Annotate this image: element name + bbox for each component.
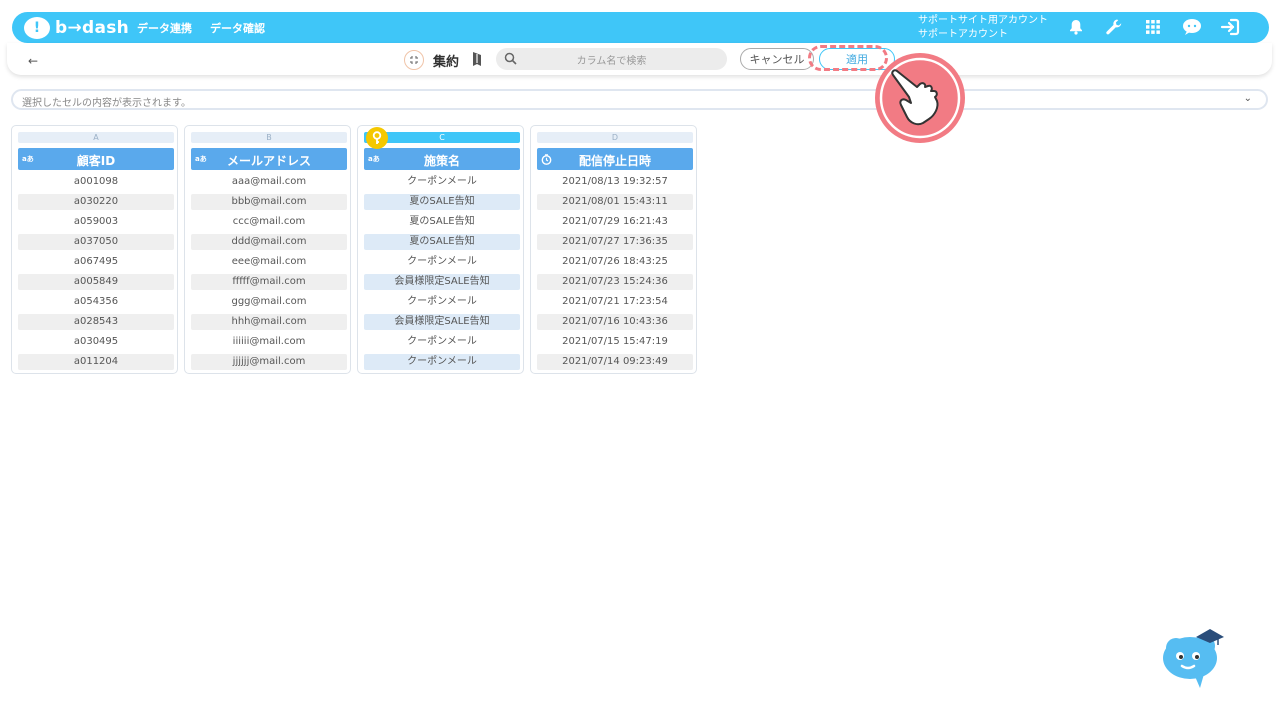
- mascot-icon[interactable]: [1160, 626, 1228, 690]
- column-header[interactable]: 配信停止日時: [537, 148, 693, 170]
- column-header[interactable]: aあ 顧客ID: [18, 148, 174, 170]
- column-title: メールアドレス: [226, 154, 311, 168]
- table-cell[interactable]: a030495: [18, 334, 174, 350]
- account-sub: サポートアカウント: [918, 29, 1008, 40]
- nav-data-integration[interactable]: データ連携: [137, 20, 192, 36]
- logout-icon[interactable]: [1220, 17, 1240, 37]
- table-cell[interactable]: 夏のSALE告知: [364, 214, 520, 230]
- column-header[interactable]: aあ メールアドレス: [191, 148, 347, 170]
- back-arrow-icon[interactable]: ←: [28, 54, 38, 68]
- bookmark-icon[interactable]: [470, 51, 484, 67]
- table-cell[interactable]: eee@mail.com: [191, 254, 347, 270]
- table-cell[interactable]: a054356: [18, 294, 174, 310]
- table-cell[interactable]: a030220: [18, 194, 174, 210]
- table-cell[interactable]: 会員様限定SALE告知: [364, 274, 520, 290]
- table-cell[interactable]: クーポンメール: [364, 334, 520, 350]
- table-cell[interactable]: 2021/08/13 19:32:57: [537, 174, 693, 190]
- table-cell[interactable]: 2021/07/14 09:23:49: [537, 354, 693, 370]
- column-title: 配信停止日時: [578, 154, 651, 168]
- table-cell[interactable]: 2021/07/23 15:24:36: [537, 274, 693, 290]
- table-cell[interactable]: 2021/07/29 16:21:43: [537, 214, 693, 230]
- table-cell[interactable]: aaa@mail.com: [191, 174, 347, 190]
- table-cell[interactable]: a028543: [18, 314, 174, 330]
- table-cell[interactable]: 2021/07/15 15:47:19: [537, 334, 693, 350]
- column-header[interactable]: aあ 施策名: [364, 148, 520, 170]
- column-letter: B: [191, 132, 347, 143]
- table-cell[interactable]: bbb@mail.com: [191, 194, 347, 210]
- cell-content-preview[interactable]: 選択したセルの内容が表示されます。 ⌄: [11, 89, 1268, 110]
- table-cell[interactable]: クーポンメール: [364, 174, 520, 190]
- column-letter: A: [18, 132, 174, 143]
- table-cell[interactable]: fffff@mail.com: [191, 274, 347, 290]
- chat-icon[interactable]: [1182, 17, 1202, 37]
- top-nav-bar: ! b→dash データ連携 データ確認 サポートサイト用アカウント サポートア…: [12, 12, 1269, 43]
- table-cell[interactable]: 2021/08/01 15:43:11: [537, 194, 693, 210]
- table-cell[interactable]: 夏のSALE告知: [364, 234, 520, 250]
- chevron-down-icon[interactable]: ⌄: [1244, 93, 1252, 104]
- search-placeholder: カラム名で検索: [576, 56, 647, 67]
- table-cell[interactable]: a067495: [18, 254, 174, 270]
- table-cell[interactable]: クーポンメール: [364, 354, 520, 370]
- column-letter: D: [537, 132, 693, 143]
- table-cell[interactable]: クーポンメール: [364, 294, 520, 310]
- table-cell[interactable]: 2021/07/16 10:43:36: [537, 314, 693, 330]
- table-cell[interactable]: a037050: [18, 234, 174, 250]
- table-cell[interactable]: hhh@mail.com: [191, 314, 347, 330]
- account-name: サポートサイト用アカウント: [918, 15, 1048, 26]
- grid-icon[interactable]: [1143, 17, 1163, 37]
- logo-icon: !: [24, 17, 50, 39]
- column-rows: 2021/08/13 19:32:57 2021/08/01 15:43:11 …: [537, 174, 693, 373]
- column-title: 顧客ID: [76, 154, 116, 168]
- nav-data-confirm[interactable]: データ確認: [210, 20, 265, 36]
- wrench-icon[interactable]: [1104, 17, 1124, 37]
- table-cell[interactable]: 2021/07/21 17:23:54: [537, 294, 693, 310]
- logo[interactable]: ! b→dash: [24, 16, 129, 40]
- account-info[interactable]: サポートサイト用アカウント サポートアカウント: [918, 14, 1048, 42]
- column-rows: a001098 a030220 a059003 a037050 a067495 …: [18, 174, 174, 373]
- table-cell[interactable]: ddd@mail.com: [191, 234, 347, 250]
- table-cell[interactable]: クーポンメール: [364, 254, 520, 270]
- table-cell[interactable]: jjjjjj@mail.com: [191, 354, 347, 370]
- aggregate-label: 集約: [433, 55, 460, 70]
- pointing-hand-icon: [873, 51, 967, 145]
- table-cell[interactable]: a005849: [18, 274, 174, 290]
- column-search-input[interactable]: カラム名で検索: [496, 48, 727, 70]
- logo-text: b→dash: [55, 18, 130, 38]
- table-cell[interactable]: a001098: [18, 174, 174, 190]
- cancel-button[interactable]: キャンセル: [740, 48, 814, 70]
- table-cell[interactable]: 夏のSALE告知: [364, 194, 520, 210]
- column-rows: aaa@mail.com bbb@mail.com ccc@mail.com d…: [191, 174, 347, 373]
- table-cell[interactable]: 会員様限定SALE告知: [364, 314, 520, 330]
- table-cell[interactable]: a059003: [18, 214, 174, 230]
- bell-icon[interactable]: [1066, 17, 1086, 37]
- column-card-d[interactable]: D 配信停止日時 2021/08/13 19:32:57 2021/08/01 …: [530, 125, 697, 374]
- table-cell[interactable]: ccc@mail.com: [191, 214, 347, 230]
- column-card-c[interactable]: C aあ 施策名 クーポンメール 夏のSALE告知 夏のSALE告知 夏のSAL…: [357, 125, 524, 374]
- table-cell[interactable]: 2021/07/27 17:36:35: [537, 234, 693, 250]
- column-rows: クーポンメール 夏のSALE告知 夏のSALE告知 夏のSALE告知 クーポンメ…: [364, 174, 520, 373]
- table-cell[interactable]: a011204: [18, 354, 174, 370]
- table-cell[interactable]: iiiiii@mail.com: [191, 334, 347, 350]
- aggregate-icon[interactable]: [404, 50, 424, 70]
- cell-content-placeholder: 選択したセルの内容が表示されます。: [22, 98, 191, 109]
- table-cell[interactable]: 2021/07/26 18:43:25: [537, 254, 693, 270]
- column-card-a[interactable]: A aあ 顧客ID a001098 a030220 a059003 a03705…: [11, 125, 178, 374]
- key-icon: [366, 127, 388, 149]
- toolbar: ← 集約 カラム名で検索 キャンセル 適用: [7, 43, 1272, 75]
- column-card-b[interactable]: B aあ メールアドレス aaa@mail.com bbb@mail.com c…: [184, 125, 351, 374]
- table-cell[interactable]: ggg@mail.com: [191, 294, 347, 310]
- column-title: 施策名: [423, 154, 460, 168]
